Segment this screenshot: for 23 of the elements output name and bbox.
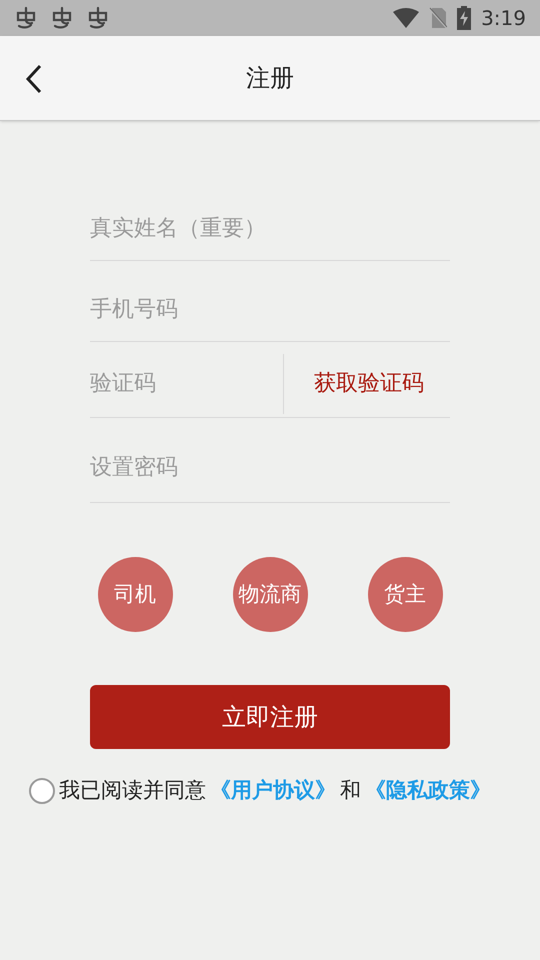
get-code-button[interactable]: 获取验证码	[314, 367, 424, 400]
privacy-policy-link[interactable]: 《隐私政策》	[365, 775, 491, 806]
role-button[interactable]: 司机	[98, 557, 172, 632]
battery-charging-icon	[457, 6, 472, 30]
notification-icon	[50, 6, 74, 30]
notification-icon	[14, 6, 38, 30]
back-icon	[25, 64, 43, 94]
role-button[interactable]: 货主	[368, 557, 442, 632]
page-title: 注册	[246, 63, 294, 94]
input-field[interactable]: 设置密码	[90, 432, 450, 502]
input-field[interactable]: 验证码	[90, 354, 283, 414]
input-field[interactable]: 手机号码	[90, 277, 450, 341]
register-button[interactable]: 立即注册	[90, 685, 450, 749]
agree-radio[interactable]	[29, 778, 55, 804]
agreement-text: 我已阅读并同意	[59, 777, 206, 804]
notification-icon	[86, 6, 110, 30]
wifi-icon	[393, 8, 420, 28]
input-field[interactable]: 真实姓名（重要）	[90, 197, 450, 260]
role-button[interactable]: 物流商	[232, 557, 308, 632]
user-agreement-link[interactable]: 《用户协议》	[210, 775, 336, 806]
no-sim-icon	[429, 7, 448, 29]
clock-time: 3:19	[481, 5, 526, 32]
agreement-text: 和	[340, 777, 361, 804]
